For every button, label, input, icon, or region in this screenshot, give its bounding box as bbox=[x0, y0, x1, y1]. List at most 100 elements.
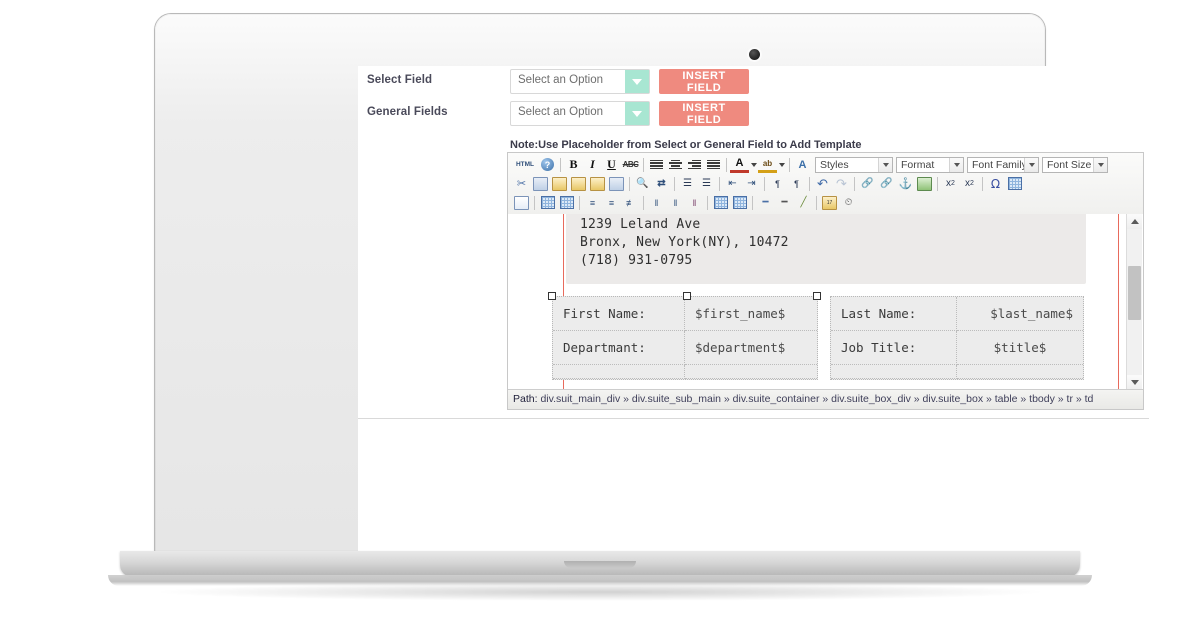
source-html-icon[interactable]: HTML bbox=[512, 156, 538, 174]
scroll-down-arrow-icon[interactable] bbox=[1127, 375, 1142, 390]
chevron-down-icon[interactable] bbox=[949, 157, 963, 172]
table-cell-value: $last_name$ bbox=[957, 297, 1083, 331]
insert-date-icon[interactable]: 17 bbox=[820, 194, 839, 212]
italic-icon[interactable]: I bbox=[583, 156, 602, 174]
format-select[interactable]: Format bbox=[896, 156, 964, 173]
table-resize-handle[interactable] bbox=[548, 292, 556, 300]
page-break-icon[interactable]: ━ bbox=[775, 194, 794, 212]
background-color-icon[interactable]: ab bbox=[758, 156, 777, 173]
chevron-down-icon[interactable] bbox=[625, 70, 649, 93]
insert-row-after-icon[interactable]: ≡ bbox=[602, 194, 621, 212]
bold-icon[interactable]: B bbox=[564, 156, 583, 174]
redo-icon[interactable]: ↷ bbox=[832, 175, 851, 193]
indent-icon[interactable]: ⇥ bbox=[742, 175, 761, 193]
table-resize-handle[interactable] bbox=[683, 292, 691, 300]
scrollbar-thumb[interactable] bbox=[1128, 266, 1141, 320]
styles-select[interactable]: Styles bbox=[815, 156, 893, 173]
general-fields-value: Select an Option bbox=[518, 106, 604, 118]
align-center-icon[interactable] bbox=[666, 156, 685, 174]
merge-cell-icon[interactable] bbox=[730, 194, 749, 212]
insert-field-button-general[interactable]: INSERT FIELD bbox=[659, 101, 749, 126]
underline-icon[interactable]: U bbox=[602, 156, 621, 174]
chevron-down-icon[interactable] bbox=[1093, 157, 1107, 172]
remove-format-icon[interactable]: ╱ bbox=[794, 194, 813, 212]
toolbar-separator bbox=[854, 176, 855, 191]
unlink-icon[interactable]: 🔗 bbox=[877, 175, 896, 193]
placeholder-table-left[interactable]: First Name: $first_name$ Departmant: $de… bbox=[548, 292, 821, 380]
table-cell-properties-icon[interactable] bbox=[557, 194, 576, 212]
strikethrough-icon[interactable]: ABC bbox=[621, 156, 640, 174]
chevron-down-icon[interactable] bbox=[749, 156, 758, 174]
cleanup-format-icon[interactable]: A bbox=[793, 156, 812, 174]
horizontal-rule-icon[interactable]: ━ bbox=[756, 194, 775, 212]
document-right-rule bbox=[1118, 214, 1119, 390]
align-left-icon[interactable] bbox=[647, 156, 666, 174]
rtl-direction-icon[interactable]: ¶ bbox=[787, 175, 806, 193]
split-cell-icon[interactable] bbox=[711, 194, 730, 212]
chevron-down-icon[interactable] bbox=[777, 156, 786, 174]
table-row: Departmant: $department$ bbox=[553, 331, 817, 365]
outdent-icon[interactable]: ⇤ bbox=[723, 175, 742, 193]
align-right-icon[interactable] bbox=[685, 156, 704, 174]
general-fields-dropdown[interactable]: Select an Option bbox=[510, 101, 650, 126]
copy-icon[interactable] bbox=[531, 175, 550, 193]
help-icon[interactable]: ? bbox=[538, 156, 557, 174]
select-all-icon[interactable] bbox=[607, 175, 626, 193]
replace-icon[interactable]: ⇄ bbox=[652, 175, 671, 193]
paste-as-text-icon[interactable] bbox=[569, 175, 588, 193]
font-size-select[interactable]: Font Size bbox=[1042, 156, 1108, 173]
numbered-list-icon[interactable]: ☰ bbox=[697, 175, 716, 193]
toolbar-separator bbox=[726, 157, 727, 172]
superscript-icon[interactable]: x2 bbox=[960, 175, 979, 193]
toolbar-separator bbox=[789, 157, 790, 172]
undo-icon[interactable]: ↶ bbox=[813, 175, 832, 193]
address-line-3: (718) 931-0795 bbox=[580, 253, 693, 268]
select-field-dropdown[interactable]: Select an Option bbox=[510, 69, 650, 94]
chevron-down-icon[interactable] bbox=[1024, 157, 1038, 172]
insert-row-before-icon[interactable]: ≡ bbox=[583, 194, 602, 212]
insert-field-button-select[interactable]: INSERT FIELD bbox=[659, 69, 749, 94]
anchor-icon[interactable]: ⚓ bbox=[896, 175, 915, 193]
edit-design-icon[interactable] bbox=[512, 194, 531, 212]
placeholder-table-group[interactable]: First Name: $first_name$ Departmant: $de… bbox=[548, 292, 1084, 380]
address-block[interactable]: 1239 Leland Ave Bronx, New York(NY), 104… bbox=[566, 214, 1086, 284]
font-family-select[interactable]: Font Family bbox=[967, 156, 1039, 173]
paste-from-word-icon[interactable] bbox=[588, 175, 607, 193]
text-color-icon[interactable]: A bbox=[730, 156, 749, 173]
image-icon[interactable] bbox=[915, 175, 934, 193]
link-icon[interactable]: 🔗 bbox=[858, 175, 877, 193]
find-icon[interactable]: 🔍 bbox=[633, 175, 652, 193]
table-row-properties-icon[interactable] bbox=[538, 194, 557, 212]
placeholder-table-right[interactable]: Last Name: $last_name$ Job Title: $title… bbox=[830, 296, 1084, 380]
paste-icon[interactable] bbox=[550, 175, 569, 193]
insert-column-after-icon[interactable]: ‖ bbox=[666, 194, 685, 212]
cut-icon[interactable]: ✂ bbox=[512, 175, 531, 193]
insert-column-before-icon[interactable]: ‖ bbox=[647, 194, 666, 212]
path-label: Path: bbox=[513, 393, 538, 405]
special-character-icon[interactable]: Ω bbox=[986, 175, 1005, 193]
editor-status-bar: Path: div.suit_main_div » div.suite_sub_… bbox=[508, 389, 1143, 409]
toolbar-row-2: ✂ 🔍 ⇄ ☰ ☰ ⇤ ⇥ ¶ ¶ ↶ ↷ 🔗 🔗 ⚓ x 2 x 2 Ω bbox=[510, 174, 1141, 193]
editor-vertical-scrollbar[interactable] bbox=[1126, 214, 1142, 390]
insert-time-icon[interactable]: ⏲ bbox=[839, 194, 858, 212]
chevron-down-icon[interactable] bbox=[625, 102, 649, 125]
editor-content-area[interactable]: 1239 Leland Ave Bronx, New York(NY), 104… bbox=[508, 214, 1143, 390]
chevron-down-icon[interactable] bbox=[878, 157, 892, 172]
align-justify-icon[interactable] bbox=[704, 156, 723, 174]
subscript-icon[interactable]: x2 bbox=[941, 175, 960, 193]
insert-table-icon[interactable] bbox=[1005, 175, 1024, 193]
toolbar-separator bbox=[982, 176, 983, 191]
editor-toolbar: HTML ? B I U ABC A ab A Styles Format Fo… bbox=[508, 153, 1143, 216]
table-cell-value bbox=[957, 365, 1083, 379]
bullet-list-icon[interactable]: ☰ bbox=[678, 175, 697, 193]
scroll-up-arrow-icon[interactable] bbox=[1127, 214, 1142, 229]
select-field-value: Select an Option bbox=[518, 74, 604, 86]
delete-column-icon[interactable]: ‖ bbox=[685, 194, 704, 212]
delete-row-icon[interactable]: ≢ bbox=[621, 194, 640, 212]
toolbar-separator bbox=[719, 176, 720, 191]
ltr-direction-icon[interactable]: ¶ bbox=[768, 175, 787, 193]
toolbar-separator bbox=[674, 176, 675, 191]
toolbar-separator bbox=[560, 157, 561, 172]
table-resize-handle[interactable] bbox=[813, 292, 821, 300]
toolbar-separator bbox=[643, 157, 644, 172]
